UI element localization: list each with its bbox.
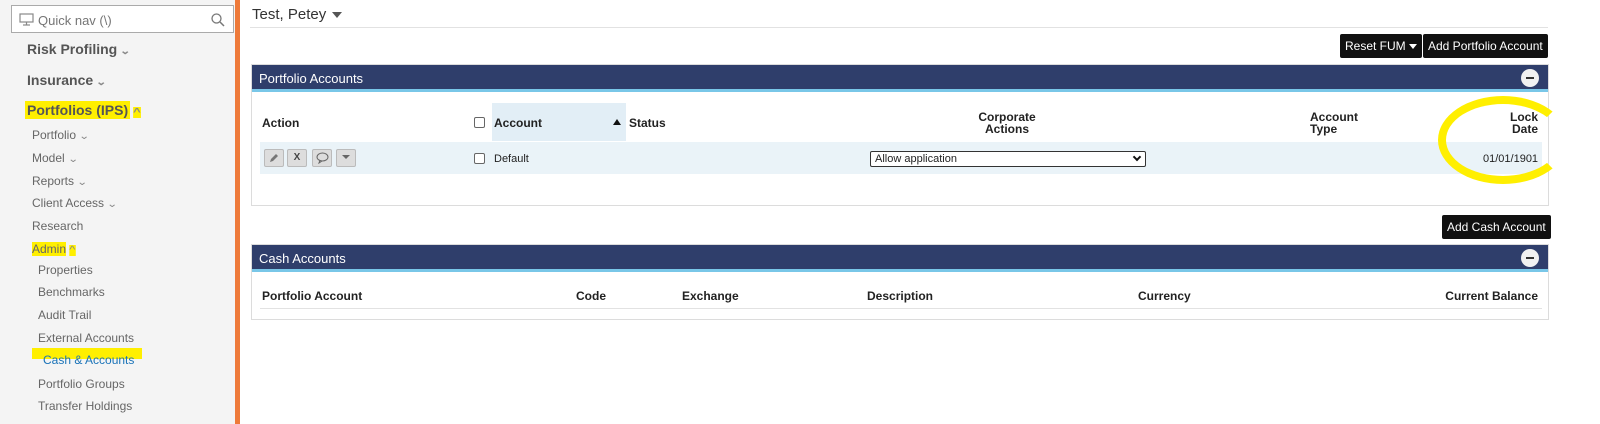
x-icon[interactable]: X [287, 149, 307, 167]
client-selector[interactable]: Test, Petey [252, 6, 343, 23]
sidebar-item-label: Admin [32, 242, 67, 256]
portfolio-accounts-panel: Portfolio Accounts Action Account Status… [251, 64, 1549, 206]
sidebar-item-research[interactable]: Research [32, 219, 83, 233]
chevron-down-icon: ⌄ [106, 199, 118, 210]
sidebar-item-label: External Accounts [38, 331, 135, 345]
divider [260, 308, 1542, 309]
sidebar-item-risk-profiling[interactable]: Risk Profiling ⌄ [27, 41, 131, 57]
col-account[interactable]: Account [494, 117, 542, 129]
panel-title: Cash Accounts [259, 251, 346, 266]
sidebar-item-admin[interactable]: Admin ^ [32, 242, 76, 256]
col-exchange: Exchange [682, 289, 739, 303]
sidebar-item-portfolio-groups[interactable]: Portfolio Groups [38, 377, 125, 391]
chevron-up-icon: ^ [69, 245, 76, 256]
chevron-down-icon: ⌄ [119, 46, 131, 57]
sidebar-item-label: Portfolio Groups [38, 377, 125, 391]
add-cash-account-label: Add Cash Account [1447, 220, 1546, 234]
col-currency: Currency [1138, 289, 1191, 303]
collapse-icon[interactable] [1521, 249, 1539, 267]
sidebar: Risk Profiling⌄ Insurance⌄ Portfolios (I… [0, 0, 240, 424]
sidebar-item-model[interactable]: Model ⌄ [32, 151, 79, 165]
sidebar-item-label: Portfolios (IPS) [25, 101, 131, 119]
col-portfolio-account: Portfolio Account [262, 289, 363, 303]
sidebar-item-properties[interactable]: Properties [38, 263, 93, 277]
select-all-checkbox[interactable] [474, 117, 485, 128]
sidebar-item-label: Audit Trail [38, 308, 92, 322]
caret-down-icon [1408, 44, 1417, 50]
sidebar-item-transfer-holdings[interactable]: Transfer Holdings [38, 399, 132, 413]
main-content: Test, Petey Reset FUM Add Portfolio Acco… [250, 0, 1600, 424]
col-action: Action [262, 116, 300, 130]
panel-title: Portfolio Accounts [259, 71, 364, 86]
col-corporate-actions: Corporate Actions [952, 111, 1062, 135]
chevron-down-icon: ⌄ [95, 77, 107, 88]
reset-fum-label: Reset FUM [1345, 39, 1406, 53]
sidebar-item-label: Portfolio [32, 128, 77, 142]
caret-down-icon [332, 12, 343, 19]
cash-accounts-panel: Cash Accounts Portfolio Account Code Exc… [251, 244, 1549, 320]
sidebar-item-cash-accounts[interactable]: Cash & Accounts [43, 353, 134, 367]
row-checkbox[interactable] [474, 153, 485, 164]
annotation-circle [1438, 96, 1568, 184]
chevron-down-icon: ⌄ [78, 131, 90, 142]
sidebar-item-label: Insurance [27, 72, 94, 88]
add-cash-account-button[interactable]: Add Cash Account [1442, 215, 1551, 239]
sidebar-item-portfolios-ips[interactable]: Portfolios (IPS) ^ [25, 101, 141, 119]
sidebar-item-reports[interactable]: Reports ⌄ [32, 174, 88, 188]
collapse-icon[interactable] [1521, 69, 1539, 87]
dropdown-icon[interactable] [336, 149, 356, 167]
sidebar-item-label: Transfer Holdings [38, 399, 133, 413]
sidebar-item-benchmarks[interactable]: Benchmarks [38, 285, 105, 299]
search-icon[interactable] [211, 13, 225, 27]
sidebar-item-label: Model [32, 151, 65, 165]
pencil-icon[interactable] [264, 149, 284, 167]
col-current-balance: Current Balance [1445, 289, 1538, 303]
add-portfolio-account-label: Add Portfolio Account [1428, 39, 1543, 53]
col-account-type: Account Type [1310, 111, 1358, 135]
chevron-up-icon: ^ [133, 107, 141, 118]
corporate-actions-select[interactable]: Allow application [870, 151, 1146, 167]
divider [250, 27, 1548, 28]
panel-header: Cash Accounts [252, 245, 1548, 272]
sidebar-item-label: Risk Profiling [27, 41, 118, 57]
corporate-actions-value: Allow application [875, 153, 957, 165]
sort-asc-icon [613, 119, 621, 125]
panel-header: Portfolio Accounts [252, 65, 1548, 92]
sidebar-item-external-accounts[interactable]: External Accounts [38, 331, 134, 345]
sidebar-item-label: Reports [32, 174, 75, 188]
sidebar-item-label: Benchmarks [38, 285, 105, 299]
col-corporate-actions-line2: Actions [984, 122, 1029, 136]
sidebar-item-client-access[interactable]: Client Access ⌄ [32, 196, 118, 210]
sidebar-item-insurance[interactable]: Insurance ⌄ [27, 72, 107, 88]
sidebar-item-label: Research [32, 219, 84, 233]
client-name: Test, Petey [252, 6, 327, 23]
sidebar-item-portfolio[interactable]: Portfolio ⌄ [32, 128, 90, 142]
chevron-down-icon [1132, 152, 1142, 162]
quick-nav-input[interactable] [38, 10, 208, 30]
add-portfolio-account-button[interactable]: Add Portfolio Account [1423, 34, 1548, 58]
chevron-down-icon: ⌄ [67, 154, 79, 165]
sidebar-item-label: Properties [38, 263, 93, 277]
sidebar-item-audit-trail[interactable]: Audit Trail [38, 308, 91, 322]
col-status: Status [629, 116, 666, 130]
col-description: Description [867, 289, 934, 303]
quick-nav[interactable] [11, 5, 234, 33]
comment-icon[interactable] [312, 149, 332, 167]
col-account-label: Account [494, 116, 542, 130]
reset-fum-button[interactable]: Reset FUM [1340, 34, 1422, 58]
account-name: Default [494, 153, 529, 165]
col-account-type-line2: Type [1310, 122, 1338, 136]
sidebar-item-label: Client Access [32, 196, 105, 210]
sidebar-item-label: Cash & Accounts [43, 353, 135, 367]
monitor-icon [19, 13, 34, 26]
col-code: Code [576, 289, 606, 303]
chevron-down-icon: ⌄ [76, 177, 88, 188]
